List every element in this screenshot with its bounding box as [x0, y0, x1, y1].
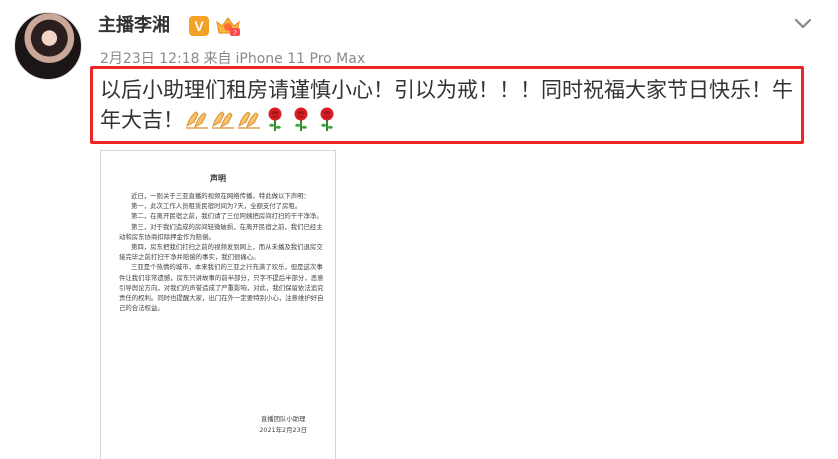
document-image[interactable]: 声明 近日，一则关于三亚直播的视频在网络传播，特此做以下声明： 第一，此次工作人…	[100, 150, 336, 459]
document-title: 声明	[210, 174, 226, 183]
verified-badge-icon: V	[189, 16, 209, 36]
document-paragraph: 第四，房东把我们打扫之前的视频发到网上，而从未播及我们退房交接完毕之前打扫干净并…	[119, 243, 323, 262]
avatar[interactable]	[14, 12, 82, 80]
document-paragraph: 三亚是个热情的城市，本来我们的三亚之行充满了欢乐，但是这次事件让我们非常遗憾，房…	[119, 263, 324, 313]
document-paragraph: 第一，此次工作人员租赁民宿时间为7天，全额支付了房租。	[131, 202, 302, 211]
document-signature: 直播团队小助理	[260, 415, 306, 423]
document-paragraph: 第三，对于我们造成的房间轻微破损，在离开民宿之前，我们已经主动和房东协商扣除押金…	[119, 222, 323, 241]
username[interactable]: 主播李湘	[98, 14, 170, 38]
source-device[interactable]: iPhone 11 Pro Max	[236, 51, 366, 67]
document-paragraph: 第二，在离开民宿之前，我们请了三位阿姨把房间打扫的干干净净。	[131, 212, 323, 221]
document-body: 近日，一则关于三亚直播的视频在网络传播，特此做以下声明： 第一，此次工作人员租赁…	[119, 191, 324, 313]
member-crown-icon: 7	[216, 17, 240, 37]
source-prefix: 来自	[203, 51, 232, 67]
document-paragraph: 近日，一则关于三亚直播的视频在网络传播，特此做以下声明：	[131, 192, 310, 200]
document-signature-block: 直播团队小助理 2021年2月23日	[259, 414, 307, 436]
highlight-box	[90, 66, 804, 144]
document-date: 2021年2月23日	[259, 426, 307, 434]
post-time[interactable]: 2月23日 12:18	[100, 51, 200, 67]
chevron-down-icon[interactable]	[792, 12, 814, 34]
